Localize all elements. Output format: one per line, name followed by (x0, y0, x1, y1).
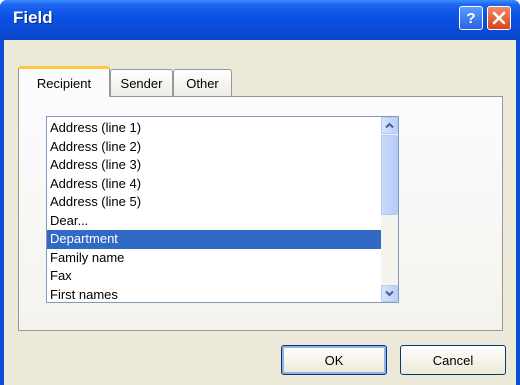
window-title: Field (13, 8, 53, 27)
cancel-button-label: Cancel (432, 352, 474, 368)
tab-other[interactable]: Other (173, 69, 232, 96)
list-item-address-line-2[interactable]: Address (line 2) (47, 138, 381, 157)
help-button[interactable]: ? (459, 6, 483, 30)
tab-other-label: Other (186, 75, 219, 91)
fields-list: Address (line 1) Address (line 2) Addres… (47, 119, 381, 303)
list-item-address-line-4[interactable]: Address (line 4) (47, 175, 381, 194)
help-glyph: ? (466, 10, 475, 26)
list-item-address-line-5[interactable]: Address (line 5) (47, 193, 381, 212)
tab-sender[interactable]: Sender (110, 69, 173, 96)
list-scrollbar[interactable] (381, 117, 398, 302)
close-icon (492, 11, 506, 25)
scroll-up-button[interactable] (381, 117, 398, 134)
tab-recipient-label: Recipient (36, 75, 92, 91)
cancel-button[interactable]: Cancel (400, 345, 506, 375)
list-item-address-line-3[interactable]: Address (line 3) (47, 156, 381, 175)
tab-sender-label: Sender (120, 75, 163, 91)
list-item-family-name[interactable]: Family name (47, 249, 381, 268)
list-item-dear[interactable]: Dear... (47, 212, 381, 231)
ok-button-label: OK (324, 352, 344, 368)
scroll-thumb[interactable] (381, 135, 398, 215)
tab-panel-recipient: Address (line 1) Address (line 2) Addres… (18, 96, 503, 331)
list-item-department[interactable]: Department (47, 230, 381, 249)
scroll-down-button[interactable] (381, 285, 398, 302)
dialog-client-area: Recipient Sender Other Address (line 1) … (4, 40, 516, 385)
tab-recipient[interactable]: Recipient (18, 66, 110, 97)
title-bar[interactable]: Field ? (0, 0, 520, 40)
fields-listbox[interactable]: Address (line 1) Address (line 2) Addres… (46, 116, 399, 303)
list-item-first-names[interactable]: First names (47, 286, 381, 303)
help-icon: ? (466, 10, 475, 26)
field-dialog: Field ? Recipient Sender Other Address (… (0, 0, 520, 385)
close-button[interactable] (487, 6, 511, 30)
ok-button[interactable]: OK (281, 345, 387, 375)
chevron-up-icon (385, 122, 394, 129)
chevron-down-icon (385, 290, 394, 297)
list-item-address-line-1[interactable]: Address (line 1) (47, 119, 381, 138)
list-item-fax[interactable]: Fax (47, 267, 381, 286)
